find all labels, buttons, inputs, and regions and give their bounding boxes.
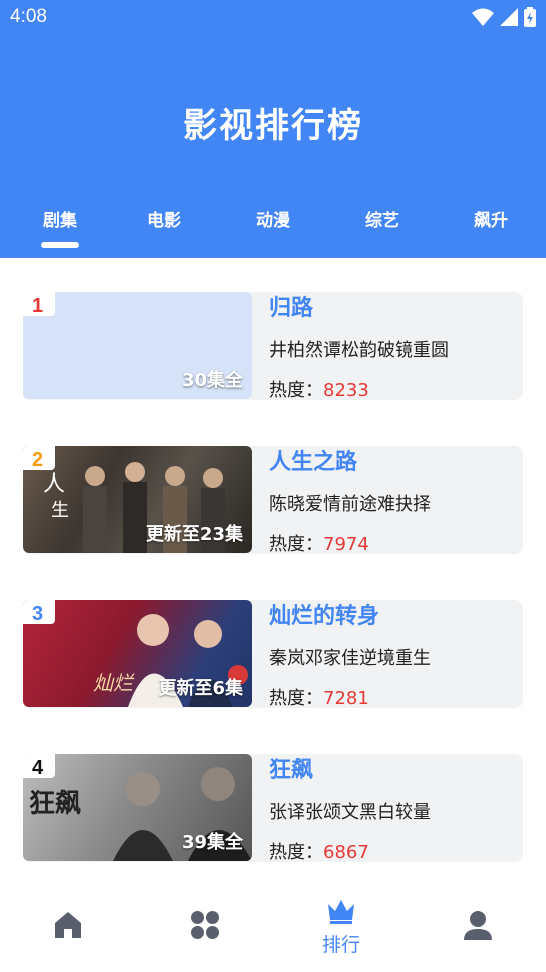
nav-apps[interactable] <box>165 910 245 944</box>
status-bar: 4:08 <box>0 0 546 36</box>
heat-value: 8233 <box>323 380 369 401</box>
svg-text:狂飙: 狂飙 <box>29 789 81 819</box>
rank-badge: 1 <box>23 292 55 317</box>
status-time: 4:08 <box>10 6 47 27</box>
item-title: 归路 <box>269 296 314 321</box>
heat-label: 热度： <box>269 534 323 555</box>
nav-ranking[interactable]: 排行 <box>301 898 381 957</box>
signal-icon <box>500 8 518 26</box>
poster-image: 1 30集全 <box>23 292 252 399</box>
heat-row: 热度：7974 <box>269 530 369 556</box>
heat-label: 热度： <box>269 688 323 709</box>
tab-bar: 剧集 电影 动漫 综艺 飙升 <box>0 206 546 236</box>
list-item[interactable]: 人 生 2 更新至23集 人生之路 陈晓爱情前途难抉择 热度：7974 <box>23 446 523 556</box>
bottom-navigation: 排行 <box>0 890 546 972</box>
list-item[interactable]: 1 30集全 归路 井柏然谭松韵破镜重圆 热度：8233 <box>23 292 523 402</box>
list-item[interactable]: 狂飙 4 39集全 狂飙 张译张颂文黑白较量 热度：6867 <box>23 754 523 864</box>
item-title: 灿烂的转身 <box>269 604 380 629</box>
heat-value: 6867 <box>323 842 369 863</box>
header: 4:08 影视排行榜 剧集 电影 动漫 综艺 飙升 <box>0 0 546 258</box>
svg-text:生: 生 <box>51 500 69 521</box>
nav-profile[interactable] <box>438 910 518 944</box>
nav-home[interactable] <box>28 910 108 944</box>
home-icon <box>55 912 81 938</box>
tab-active-indicator <box>41 242 79 248</box>
heat-label: 热度： <box>269 842 323 863</box>
episode-count: 更新至23集 <box>145 524 243 545</box>
heat-value: 7281 <box>323 688 369 709</box>
poster-image: 狂飙 4 39集全 <box>23 754 252 861</box>
status-icons <box>472 7 536 27</box>
page-title: 影视排行榜 <box>183 106 363 146</box>
heat-row: 热度：7281 <box>269 684 369 710</box>
rank-badge: 2 <box>23 446 55 471</box>
item-description: 秦岚邓家佳逆境重生 <box>269 648 431 669</box>
item-description: 井柏然谭松韵破镜重圆 <box>269 340 449 361</box>
svg-text:灿烂: 灿烂 <box>93 671 135 695</box>
tab-anime[interactable]: 动漫 <box>233 206 313 231</box>
poster-image: 灿烂 3 更新至6集 <box>23 600 252 707</box>
wifi-icon <box>472 8 494 26</box>
episode-count: 30集全 <box>181 370 243 391</box>
apps-icon <box>191 911 219 939</box>
tab-movie[interactable]: 电影 <box>124 206 204 231</box>
item-title: 狂飙 <box>269 758 314 783</box>
battery-icon <box>524 7 536 27</box>
heat-value: 7974 <box>323 534 369 555</box>
tab-rising[interactable]: 飙升 <box>451 206 531 231</box>
poster-image: 人 生 2 更新至23集 <box>23 446 252 553</box>
heat-label: 热度： <box>269 380 323 401</box>
person-icon <box>464 911 492 940</box>
item-description: 张译张颂文黑白较量 <box>269 802 431 823</box>
episode-count: 39集全 <box>181 832 243 853</box>
crown-icon <box>328 900 354 924</box>
item-description: 陈晓爱情前途难抉择 <box>269 494 431 515</box>
episode-count: 更新至6集 <box>158 678 243 699</box>
tab-variety[interactable]: 综艺 <box>342 206 422 231</box>
rank-badge: 4 <box>23 754 55 779</box>
nav-ranking-label: 排行 <box>321 934 360 956</box>
heat-row: 热度：8233 <box>269 376 369 402</box>
heat-row: 热度：6867 <box>269 838 369 864</box>
svg-text:人: 人 <box>43 472 65 497</box>
list-item[interactable]: 灿烂 3 更新至6集 灿烂的转身 秦岚邓家佳逆境重生 热度：7281 <box>23 600 523 710</box>
rank-badge: 3 <box>23 600 55 625</box>
tab-drama[interactable]: 剧集 <box>20 206 100 231</box>
item-title: 人生之路 <box>269 450 358 475</box>
